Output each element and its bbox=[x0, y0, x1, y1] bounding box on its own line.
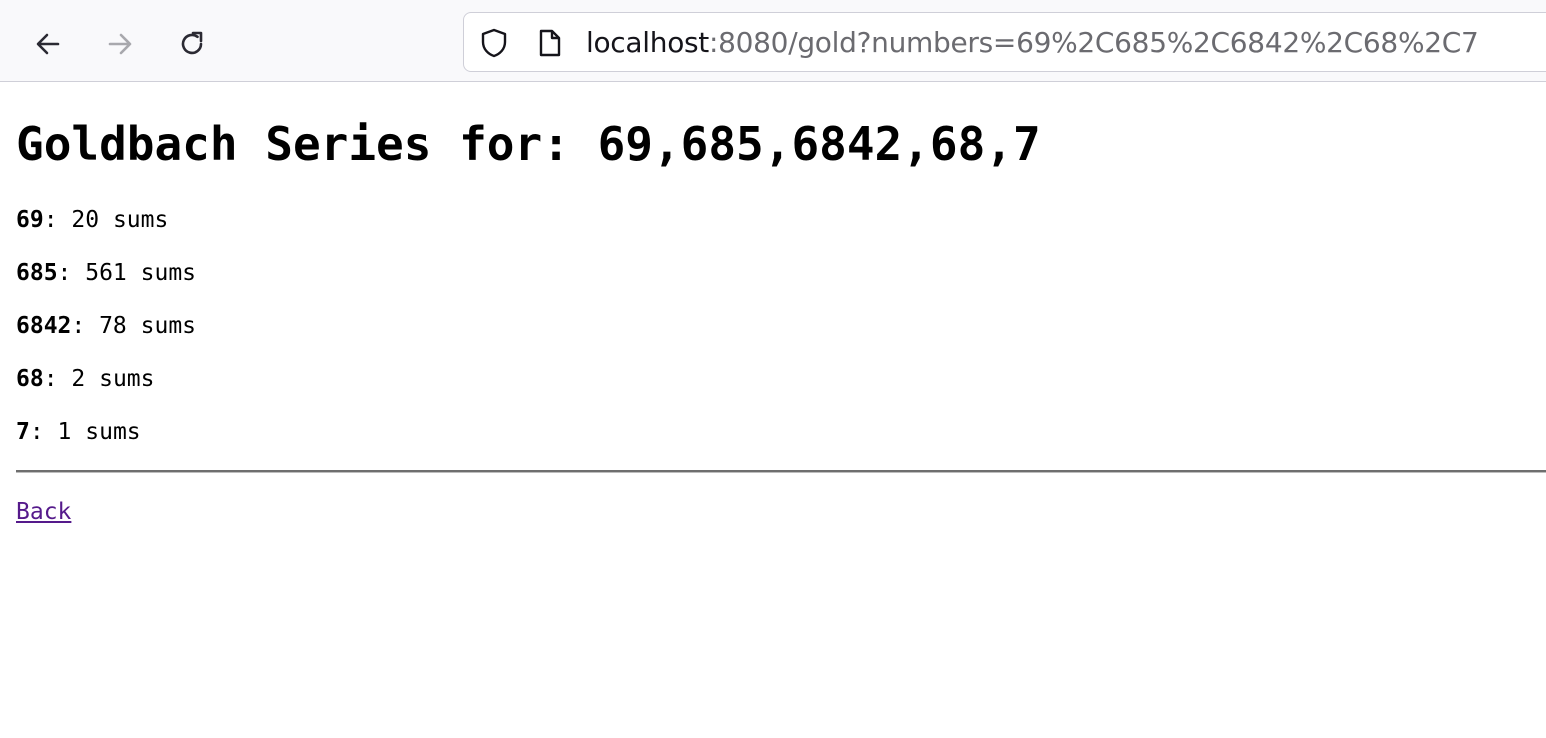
url-text[interactable]: localhost:8080/gold?numbers=69%2C685%2C6… bbox=[586, 25, 1479, 61]
results-list: 69: 20 sums 685: 561 sums 6842: 78 sums … bbox=[16, 204, 196, 469]
result-number: 7 bbox=[16, 419, 30, 445]
shield-icon[interactable] bbox=[478, 27, 510, 59]
result-sums: : 1 sums bbox=[29, 419, 141, 445]
forward-button[interactable] bbox=[98, 22, 142, 66]
result-number: 69 bbox=[16, 207, 44, 233]
arrow-left-icon bbox=[36, 33, 60, 55]
browser-toolbar: localhost:8080/gold?numbers=69%2C685%2C6… bbox=[0, 0, 1546, 82]
address-bar[interactable]: localhost:8080/gold?numbers=69%2C685%2C6… bbox=[463, 12, 1546, 72]
result-sums: : 20 sums bbox=[43, 207, 169, 233]
list-item: 7: 1 sums bbox=[16, 416, 196, 469]
list-item: 69: 20 sums bbox=[16, 204, 196, 257]
list-item: 68: 2 sums bbox=[16, 363, 196, 416]
url-path: :8080/gold?numbers=69%2C685%2C6842%2C68%… bbox=[709, 26, 1479, 59]
back-button[interactable] bbox=[26, 22, 70, 66]
list-item: 685: 561 sums bbox=[16, 257, 196, 310]
result-sums: : 561 sums bbox=[57, 260, 197, 286]
url-host: localhost bbox=[586, 26, 709, 59]
result-number: 685 bbox=[16, 260, 58, 286]
list-item: 6842: 78 sums bbox=[16, 310, 196, 363]
page-icon bbox=[536, 27, 564, 59]
page-title: Goldbach Series for: 69,685,6842,68,7 bbox=[16, 117, 1041, 171]
back-link[interactable]: Back bbox=[16, 496, 71, 528]
result-number: 6842 bbox=[16, 313, 72, 339]
result-number: 68 bbox=[16, 366, 44, 392]
reload-button[interactable] bbox=[170, 22, 214, 66]
result-sums: : 78 sums bbox=[71, 313, 197, 339]
arrow-right-icon bbox=[108, 33, 132, 55]
horizontal-rule bbox=[16, 470, 1546, 473]
result-sums: : 2 sums bbox=[43, 366, 155, 392]
reload-icon bbox=[181, 31, 203, 55]
